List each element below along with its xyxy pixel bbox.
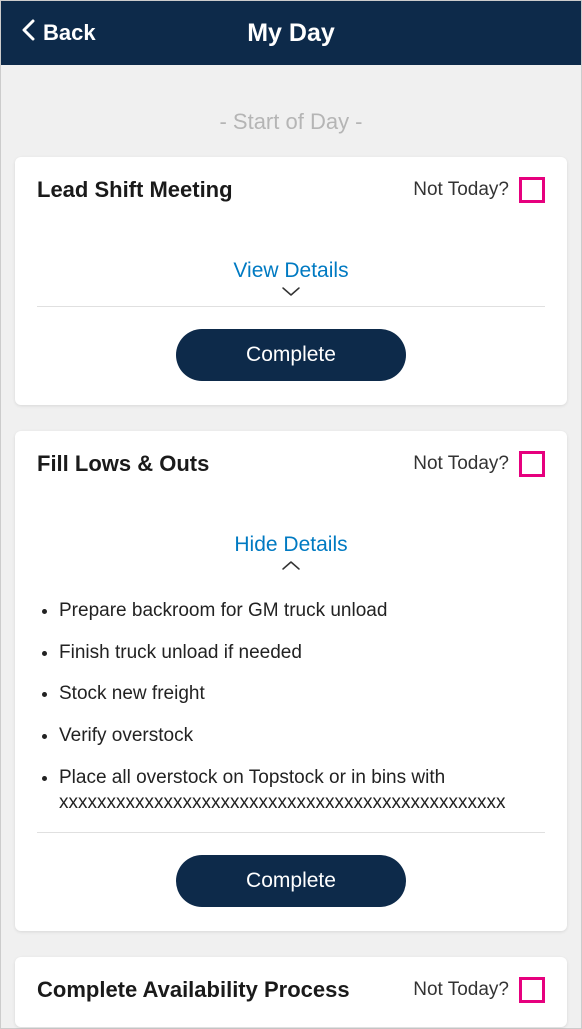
card-divider bbox=[37, 832, 545, 833]
not-today-label: Not Today? bbox=[413, 179, 509, 201]
details-toggle[interactable]: Hide Details bbox=[37, 533, 545, 574]
not-today-label: Not Today? bbox=[413, 453, 509, 475]
complete-button[interactable]: Complete bbox=[176, 329, 406, 381]
details-toggle-label: View Details bbox=[37, 259, 545, 283]
page-title: My Day bbox=[247, 19, 335, 48]
chevron-up-icon bbox=[37, 558, 545, 574]
complete-button[interactable]: Complete bbox=[176, 855, 406, 907]
not-today-checkbox[interactable] bbox=[519, 177, 545, 203]
task-card: Lead Shift Meeting Not Today? View Detai… bbox=[15, 157, 567, 405]
card-header: Lead Shift Meeting Not Today? bbox=[37, 177, 545, 203]
list-item: Place all overstock on Topstock or in bi… bbox=[59, 765, 545, 816]
list-item: Finish truck unload if needed bbox=[59, 640, 545, 666]
card-title: Lead Shift Meeting bbox=[37, 177, 233, 203]
details-list: Prepare backroom for GM truck unload Fin… bbox=[59, 598, 545, 816]
card-header: Complete Availability Process Not Today? bbox=[37, 977, 545, 1003]
card-title: Fill Lows & Outs bbox=[37, 451, 209, 477]
not-today-checkbox[interactable] bbox=[519, 451, 545, 477]
card-title: Complete Availability Process bbox=[37, 977, 350, 1003]
details-toggle[interactable]: View Details bbox=[37, 259, 545, 300]
card-header: Fill Lows & Outs Not Today? bbox=[37, 451, 545, 477]
list-item: Prepare backroom for GM truck unload bbox=[59, 598, 545, 624]
task-card: Fill Lows & Outs Not Today? Hide Details… bbox=[15, 431, 567, 931]
not-today-checkbox[interactable] bbox=[519, 977, 545, 1003]
not-today-toggle[interactable]: Not Today? bbox=[413, 977, 545, 1003]
details-toggle-label: Hide Details bbox=[37, 533, 545, 557]
not-today-toggle[interactable]: Not Today? bbox=[413, 451, 545, 477]
not-today-toggle[interactable]: Not Today? bbox=[413, 177, 545, 203]
task-card: Complete Availability Process Not Today? bbox=[15, 957, 567, 1027]
chevron-left-icon bbox=[21, 19, 35, 47]
chevron-down-icon bbox=[37, 284, 545, 300]
back-label: Back bbox=[43, 20, 96, 46]
back-button[interactable]: Back bbox=[21, 19, 96, 47]
content-area: - Start of Day - Lead Shift Meeting Not … bbox=[1, 65, 581, 1027]
section-divider-label: - Start of Day - bbox=[15, 109, 567, 135]
app-header: Back My Day bbox=[1, 1, 581, 65]
not-today-label: Not Today? bbox=[413, 979, 509, 1001]
card-divider bbox=[37, 306, 545, 307]
list-item: Stock new freight bbox=[59, 681, 545, 707]
list-item: Verify overstock bbox=[59, 723, 545, 749]
